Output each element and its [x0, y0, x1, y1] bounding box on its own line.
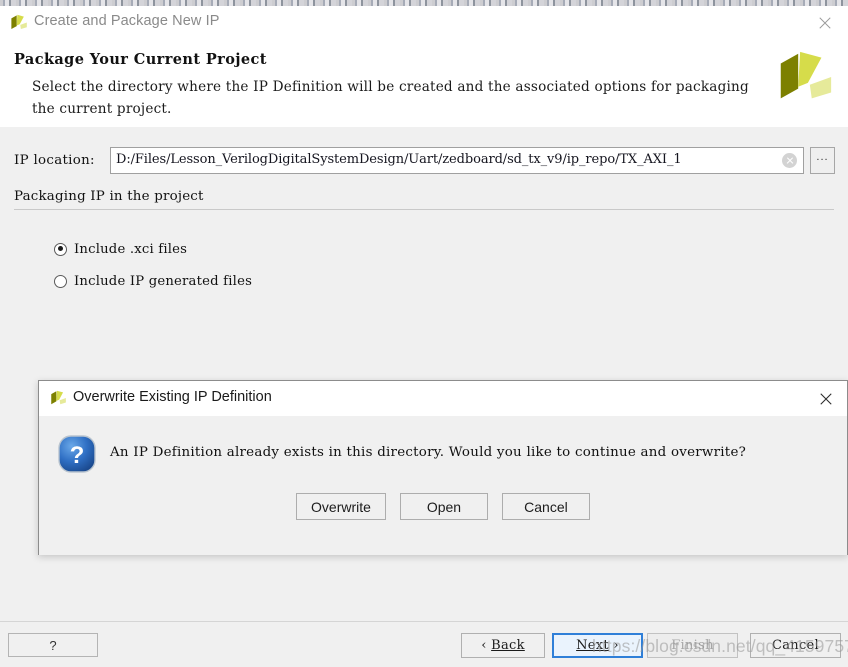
- help-button[interactable]: ?: [8, 633, 98, 657]
- browse-button[interactable]: ...: [810, 147, 835, 174]
- wizard-header: Package Your Current Project Select the …: [0, 40, 848, 128]
- vivado-logo-icon: [773, 46, 835, 114]
- question-icon: ?: [57, 434, 97, 474]
- cancel-button[interactable]: Cancel: [750, 633, 841, 658]
- radio-mark-unselected: [54, 274, 67, 288]
- close-icon[interactable]: [812, 12, 838, 34]
- dialog-message: An IP Definition already exists in this …: [110, 445, 747, 460]
- open-button[interactable]: Open: [399, 493, 488, 520]
- clear-icon[interactable]: [782, 153, 797, 168]
- wizard-footer: ? ‹ Back Next › Finish Cancel: [0, 621, 848, 667]
- overwrite-existing-ip-definition-dialog: Overwrite Existing IP Definition ? An IP…: [38, 380, 848, 555]
- back-label: Back: [491, 638, 525, 653]
- dialog-titlebar: Overwrite Existing IP Definition: [39, 381, 847, 416]
- window-title: Create and Package New IP: [34, 13, 220, 29]
- page-title: Package Your Current Project: [14, 51, 267, 68]
- radio-include-ip-generated-files[interactable]: Include IP generated files: [54, 271, 252, 291]
- dialog-title: Overwrite Existing IP Definition: [73, 389, 272, 405]
- packaging-section-label: Packaging IP in the project: [14, 189, 204, 204]
- radio-mark-selected: [54, 242, 67, 256]
- radio-label: Include .xci files: [74, 241, 188, 257]
- dialog-content: ? An IP Definition already exists in thi…: [39, 416, 847, 555]
- ip-location-label: IP location:: [14, 153, 95, 168]
- page-description: Select the directory where the IP Defini…: [32, 79, 749, 117]
- ip-location-value: D:/Files/Lesson_VerilogDigitalSystemDesi…: [116, 152, 682, 167]
- dialog-button-bar: Overwrite Open Cancel: [39, 493, 847, 520]
- next-label: Next: [576, 638, 609, 653]
- next-button[interactable]: Next ›: [552, 633, 643, 658]
- back-button[interactable]: ‹ Back: [461, 633, 545, 658]
- wizard-body: IP location: D:/Files/Lesson_VerilogDigi…: [0, 127, 848, 621]
- back-chevron-icon: ‹: [481, 638, 487, 653]
- next-chevron-icon: ›: [613, 638, 619, 653]
- overwrite-button[interactable]: Overwrite: [296, 493, 386, 520]
- section-divider: [14, 209, 834, 210]
- create-package-new-ip-window: Create and Package New IP Package Your C…: [0, 6, 848, 667]
- close-icon[interactable]: [813, 387, 839, 410]
- ip-location-row: IP location: D:/Files/Lesson_VerilogDigi…: [0, 147, 848, 177]
- cancel-button[interactable]: Cancel: [501, 493, 590, 520]
- finish-button: Finish: [647, 633, 738, 658]
- ip-location-input[interactable]: D:/Files/Lesson_VerilogDigitalSystemDesi…: [110, 147, 804, 174]
- svg-text:?: ?: [70, 442, 85, 469]
- vivado-logo-icon: [49, 389, 67, 407]
- radio-label: Include IP generated files: [74, 273, 253, 289]
- radio-include-xci-files[interactable]: Include .xci files: [54, 239, 187, 259]
- vivado-logo-icon: [9, 13, 28, 32]
- window-titlebar: Create and Package New IP: [0, 6, 848, 40]
